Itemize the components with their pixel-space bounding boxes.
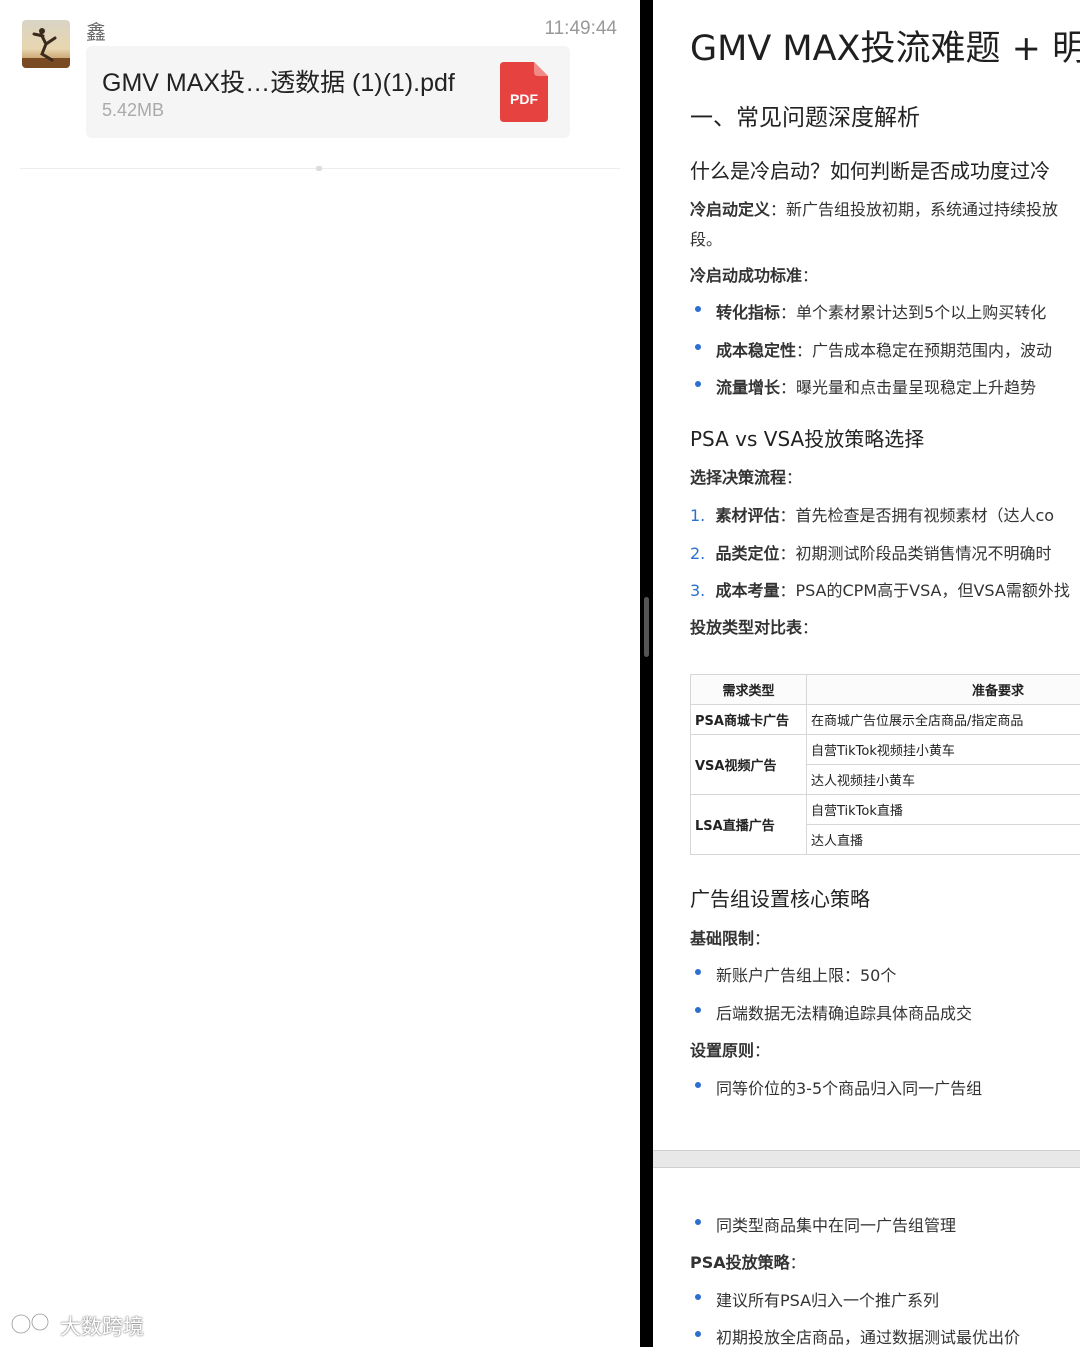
ordered-item: 3. 成本考量：PSA的CPM高于VSA，但VSA需额外找 (690, 581, 1070, 600)
table-row: LSA直播广告 自营TikTok直播 (690, 794, 1080, 855)
bullet-icon (695, 1294, 701, 1300)
table-row: PSA商城卡广告 在商城广告位展示全店商品/指定商品 (690, 704, 1080, 735)
question-heading-psa-vsa: PSA vs VSA投放策略选择 (690, 427, 925, 451)
list-item: 流量增长：曝光量和点击量呈现稳定上升趋势 (716, 378, 1037, 397)
bullet-icon (695, 381, 701, 387)
bullet-icon (695, 1331, 701, 1337)
table-cell-type: PSA商城卡广告 (690, 704, 807, 735)
message-time: 11:49:44 (544, 18, 617, 39)
list-item: 同类型商品集中在同一广告组管理 (716, 1216, 957, 1235)
split-resize-handle[interactable] (644, 597, 649, 657)
watermark-text: 大数跨境 (60, 1314, 144, 1339)
list-item: 初期投放全店商品，通过数据测试最优出价 (716, 1328, 1021, 1347)
list-item: 建议所有PSA归入一个推广系列 (716, 1291, 940, 1310)
file-message-card[interactable]: GMV MAX投…透数据 (1)(1).pdf 5.42MB PDF (86, 46, 570, 138)
bullet-icon (695, 1219, 701, 1225)
page-break (653, 1150, 1080, 1168)
question-heading-adgroup: 广告组设置核心策略 (690, 887, 870, 911)
doc-title: GMV MAX投流难题 + 明 (690, 29, 1080, 69)
list-item: 新账户广告组上限：50个 (716, 966, 897, 985)
label-comparison-table: 投放类型对比表： (690, 618, 819, 637)
section-heading-1: 一、常见问题深度解析 (690, 105, 920, 131)
table-cell-type: LSA直播广告 (690, 794, 807, 855)
list-item: 成本稳定性：广告成本稳定在预期范围内，波动 (716, 341, 1053, 360)
pdf-icon-label: PDF (510, 91, 538, 107)
label-decision-flow: 选择决策流程： (690, 468, 803, 487)
table-cell: 达人视频挂小黄车 (806, 764, 1080, 795)
file-name: GMV MAX投…透数据 (1)(1).pdf (102, 69, 455, 97)
comparison-table: 需求类型 准备要求 PSA商城卡广告 在商城广告位展示全店商品/指定商品 VSA… (690, 674, 1080, 855)
watermark: 大数跨境 (10, 1310, 144, 1341)
paragraph-definition: 冷启动定义：新广告组投放初期，系统通过持续投放 (690, 200, 1059, 219)
sender-name: 鑫 (86, 20, 106, 44)
label-principles: 设置原则： (690, 1041, 771, 1060)
paragraph-definition-cont: 段。 (690, 230, 723, 249)
list-item: 后端数据无法精确追踪具体商品成交 (716, 1004, 973, 1023)
bullet-icon (695, 344, 701, 350)
bullet-icon (695, 1082, 701, 1088)
label-psa-strategy: PSA投放策略： (690, 1253, 806, 1272)
bullet-icon (695, 1007, 701, 1013)
list-item: 转化指标：单个素材累计达到5个以上购买转化 (716, 303, 1047, 322)
chat-pane: 鑫 11:49:44 GMV MAX投…透数据 (1)(1).pdf 5.42M… (0, 0, 640, 1347)
table-row: VSA视频广告 自营TikTok视频挂小黄车 (690, 734, 1080, 795)
table-header: 准备要求 (806, 674, 1080, 705)
sender-avatar[interactable] (22, 20, 70, 68)
table-header-row: 需求类型 准备要求 (690, 674, 1080, 705)
table-cell: 自营TikTok视频挂小黄车 (806, 734, 1080, 765)
split-separator (640, 0, 653, 1347)
table-header: 需求类型 (690, 674, 807, 705)
ordered-item: 2. 品类定位：初期测试阶段品类销售情况不明确时 (690, 544, 1052, 563)
table-cell-type: VSA视频广告 (690, 734, 807, 795)
ordered-item: 1. 素材评估：首先检查是否拥有视频素材（达人co (690, 506, 1055, 525)
label-basic-limits: 基础限制： (690, 929, 771, 948)
pdf-file-icon: PDF (500, 62, 548, 122)
question-heading-cold-start: 什么是冷启动？如何判断是否成功度过冷 (690, 159, 1050, 183)
divider-marker (316, 166, 322, 171)
table-cell: 达人直播 (806, 824, 1080, 855)
label-success-criteria: 冷启动成功标准： (690, 266, 819, 285)
bullet-icon (695, 969, 701, 975)
bullet-icon (695, 306, 701, 312)
list-item: 同等价位的3-5个商品归入同一广告组 (716, 1079, 983, 1098)
table-cell: 在商城广告位展示全店商品/指定商品 (806, 704, 1080, 735)
table-cell: 自营TikTok直播 (806, 794, 1080, 825)
pdf-preview-pane[interactable]: GMV MAX投流难题 + 明 一、常见问题深度解析 什么是冷启动？如何判断是否… (653, 0, 1080, 1347)
watermark-logo-icon (10, 1310, 54, 1341)
file-size: 5.42MB (102, 100, 165, 120)
